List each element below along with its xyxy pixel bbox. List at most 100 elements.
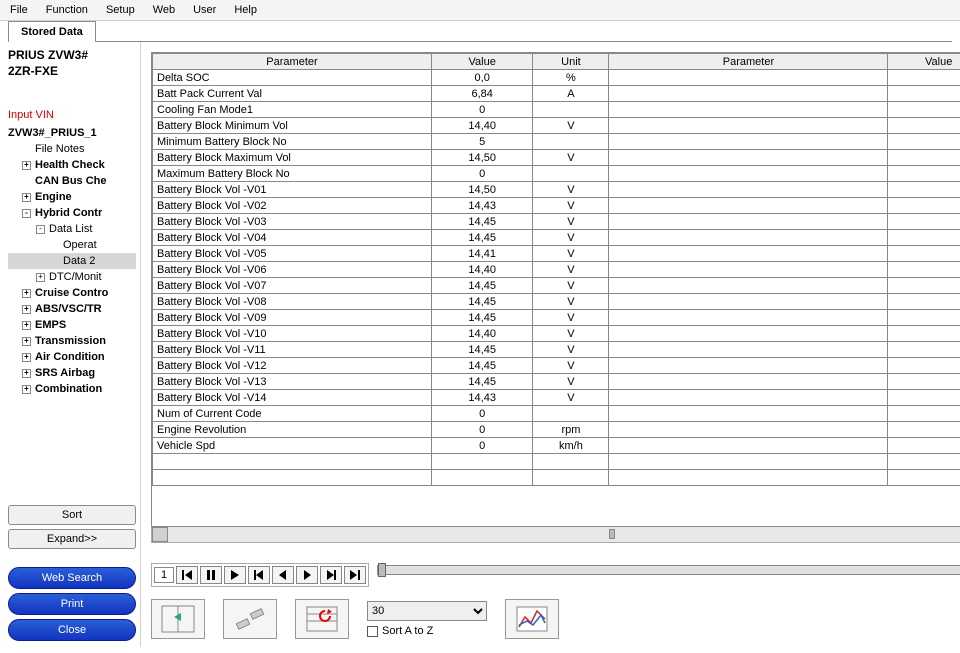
expand-icon[interactable]: + <box>22 161 31 170</box>
expand-icon[interactable]: + <box>22 369 31 378</box>
cell-unit <box>533 406 609 422</box>
menu-user[interactable]: User <box>193 4 216 16</box>
col-value-1[interactable]: Value <box>431 54 532 70</box>
sort-a-to-z-checkbox[interactable]: Sort A to Z <box>367 625 487 637</box>
cell-value: 14,45 <box>431 294 532 310</box>
refresh-tool-button[interactable] <box>295 599 349 639</box>
table-row[interactable]: Cooling Fan Mode10 <box>153 102 960 118</box>
skip-last-button[interactable] <box>344 566 366 584</box>
table-row[interactable]: Battery Block Vol -V0114,50V <box>153 182 960 198</box>
collapse-icon[interactable]: - <box>36 225 45 234</box>
col-parameter-2[interactable]: Parameter <box>609 54 888 70</box>
prev-button[interactable] <box>272 566 294 584</box>
table-row[interactable]: Num of Current Code0 <box>153 406 960 422</box>
expand-icon[interactable]: + <box>22 321 31 330</box>
table-row[interactable]: Battery Block Vol -V1314,45V <box>153 374 960 390</box>
print-button[interactable]: Print <box>8 593 136 615</box>
cell-value: 6,84 <box>431 86 532 102</box>
cell-value: 14,43 <box>431 390 532 406</box>
next-button[interactable] <box>296 566 318 584</box>
layout-tool-button[interactable] <box>151 599 205 639</box>
tree-item[interactable]: +SRS Airbag <box>8 365 136 381</box>
tree-item[interactable]: -Hybrid Contr <box>8 205 136 221</box>
cell-value: 14,45 <box>431 342 532 358</box>
table-row[interactable]: Engine Revolution0rpm <box>153 422 960 438</box>
table-row[interactable]: Vehicle Spd0km/h <box>153 438 960 454</box>
skip-first-button[interactable] <box>176 566 198 584</box>
expand-button[interactable]: Expand>> <box>8 529 136 549</box>
expand-icon[interactable]: + <box>22 193 31 202</box>
expand-icon[interactable]: + <box>22 289 31 298</box>
expand-icon[interactable]: + <box>22 337 31 346</box>
interval-select[interactable]: 30 <box>367 601 487 621</box>
table-row[interactable]: Battery Block Vol -V0914,45V <box>153 310 960 326</box>
table-row[interactable]: Battery Block Minimum Vol14,40V <box>153 118 960 134</box>
tree-item[interactable]: +Transmission <box>8 333 136 349</box>
table-row[interactable]: Battery Block Maximum Vol14,50V <box>153 150 960 166</box>
cell-value: 0 <box>431 406 532 422</box>
expand-icon[interactable]: + <box>36 273 45 282</box>
content-area: Parameter Value Unit Parameter Value Uni… <box>140 42 960 647</box>
tree-item[interactable]: Data 2 <box>8 253 136 269</box>
cell-value <box>431 454 532 470</box>
expand-icon[interactable]: + <box>22 353 31 362</box>
table-row[interactable]: Battery Block Vol -V1114,45V <box>153 342 960 358</box>
tree-item[interactable]: +Combination <box>8 381 136 397</box>
graph-tool-button[interactable] <box>505 599 559 639</box>
cell-empty <box>888 470 960 486</box>
table-row[interactable]: Batt Pack Current Val6,84A <box>153 86 960 102</box>
col-value-2[interactable]: Value <box>888 54 960 70</box>
expand-icon[interactable]: + <box>22 385 31 394</box>
menu-setup[interactable]: Setup <box>106 4 135 16</box>
cell-parameter: Maximum Battery Block No <box>153 166 432 182</box>
close-button[interactable]: Close <box>8 619 136 641</box>
table-row[interactable]: Battery Block Vol -V0214,43V <box>153 198 960 214</box>
table-row[interactable] <box>153 470 960 486</box>
table-row[interactable]: Battery Block Vol -V1014,40V <box>153 326 960 342</box>
grid-horizontal-scrollbar[interactable] <box>151 527 960 543</box>
table-row[interactable]: Battery Block Vol -V1414,43V <box>153 390 960 406</box>
tree-item[interactable]: +Health Check <box>8 157 136 173</box>
table-row[interactable]: Battery Block Vol -V0714,45V <box>153 278 960 294</box>
tree-item[interactable]: -Data List <box>8 221 136 237</box>
table-row[interactable]: Battery Block Vol -V1214,45V <box>153 358 960 374</box>
collapse-icon[interactable]: - <box>22 209 31 218</box>
table-row[interactable]: Maximum Battery Block No0 <box>153 166 960 182</box>
table-row[interactable]: Minimum Battery Block No5 <box>153 134 960 150</box>
menu-web[interactable]: Web <box>153 4 175 16</box>
frame-input[interactable] <box>154 567 174 583</box>
tree-item[interactable]: CAN Bus Che <box>8 173 136 189</box>
table-row[interactable]: Battery Block Vol -V0314,45V <box>153 214 960 230</box>
web-search-button[interactable]: Web Search <box>8 567 136 589</box>
menu-file[interactable]: File <box>10 4 28 16</box>
tree-item[interactable]: +DTC/Monit <box>8 269 136 285</box>
menu-function[interactable]: Function <box>46 4 88 16</box>
pause-button[interactable] <box>200 566 222 584</box>
tab-stored-data[interactable]: Stored Data <box>8 21 96 42</box>
table-row[interactable]: Battery Block Vol -V0614,40V <box>153 262 960 278</box>
tree-item[interactable]: +Engine <box>8 189 136 205</box>
step-fwd-button[interactable] <box>320 566 342 584</box>
tree-item[interactable]: +ABS/VSC/TR <box>8 301 136 317</box>
playback-slider[interactable] <box>377 565 960 575</box>
tree-item[interactable]: +EMPS <box>8 317 136 333</box>
table-row[interactable]: Delta SOC0,0% <box>153 70 960 86</box>
play-button[interactable] <box>224 566 246 584</box>
input-vin-link[interactable]: Input VIN <box>8 109 136 121</box>
sort-button[interactable]: Sort <box>8 505 136 525</box>
menu-help[interactable]: Help <box>234 4 257 16</box>
tree-item[interactable]: Operat <box>8 237 136 253</box>
table-row[interactable]: Battery Block Vol -V0414,45V <box>153 230 960 246</box>
table-row[interactable]: Battery Block Vol -V0814,45V <box>153 294 960 310</box>
tree-item[interactable]: +Cruise Contro <box>8 285 136 301</box>
col-unit-1[interactable]: Unit <box>533 54 609 70</box>
expand-icon[interactable]: + <box>22 305 31 314</box>
tree-file-notes[interactable]: File Notes <box>8 141 136 157</box>
tree-root[interactable]: ZVW3#_PRIUS_1 <box>8 125 136 141</box>
step-back-button[interactable] <box>248 566 270 584</box>
link-tool-button[interactable] <box>223 599 277 639</box>
tree-item[interactable]: +Air Condition <box>8 349 136 365</box>
col-parameter-1[interactable]: Parameter <box>153 54 432 70</box>
table-row[interactable]: Battery Block Vol -V0514,41V <box>153 246 960 262</box>
table-row[interactable] <box>153 454 960 470</box>
